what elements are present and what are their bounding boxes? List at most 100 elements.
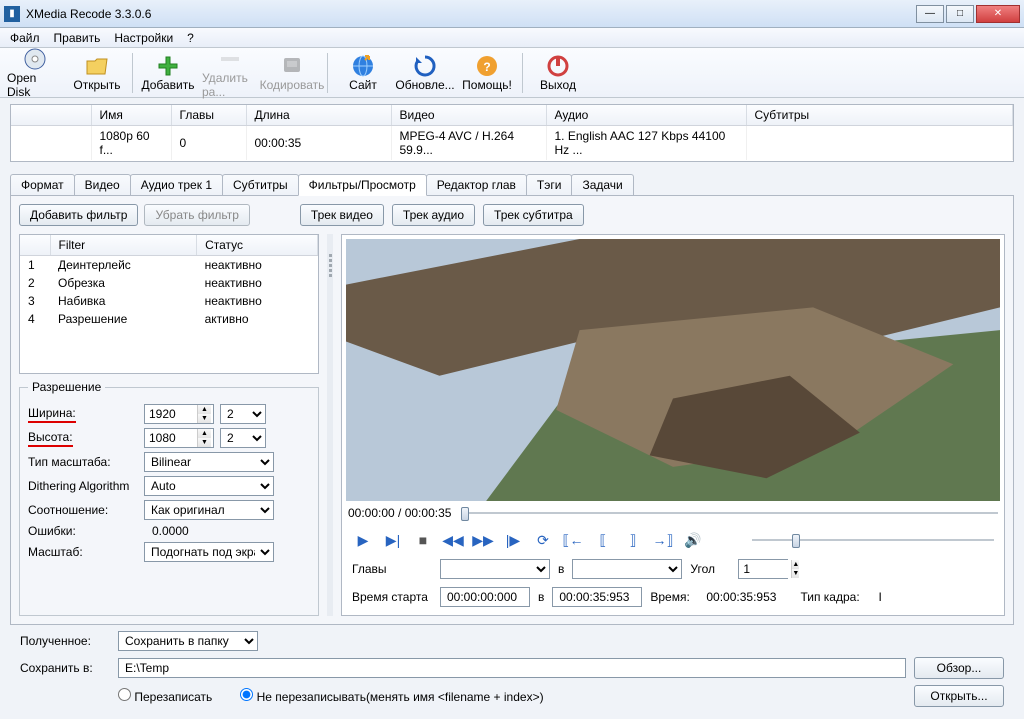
track-audio-button[interactable]: Трек аудио [392,204,475,226]
tab-format[interactable]: Формат [10,174,75,195]
close-button[interactable]: ✕ [976,5,1020,23]
tab-audio[interactable]: Аудио трек 1 [130,174,223,195]
browse-button[interactable]: Обзор... [914,657,1004,679]
ratio-label: Соотношение: [28,503,138,517]
filter-row[interactable]: 3Набивканеактивно [20,292,318,310]
col-video[interactable]: Видео [391,105,546,126]
track-video-button[interactable]: Трек видео [300,204,384,226]
help-icon: ? [475,54,499,78]
tab-filters[interactable]: Фильтры/Просмотр [298,174,427,196]
menu-edit[interactable]: Править [48,29,107,47]
scale-select[interactable]: Подогнать под экран [144,542,274,562]
help-button[interactable]: ? Помощь! [458,50,516,96]
window-title: XMedia Recode 3.3.0.6 [26,7,916,21]
result-mode-select[interactable]: Сохранить в папку [118,631,258,651]
result-label: Полученное: [20,634,110,648]
col-audio[interactable]: Аудио [546,105,746,126]
remove-button: Удалить ра... [201,50,259,96]
tab-chapedit[interactable]: Редактор глав [426,174,527,195]
loop-button[interactable]: ⟳ [532,529,554,551]
tab-subs[interactable]: Субтитры [222,174,299,195]
bracket-close-icon[interactable]: ⟧ [622,529,644,551]
rewind-button[interactable]: ◀◀ [442,529,464,551]
start-time-input[interactable] [440,587,530,607]
scale-label: Масштаб: [28,545,138,559]
maximize-button[interactable]: □ [946,5,974,23]
app-icon: ▮ [4,6,20,22]
ratio-select[interactable]: Как оригинал [144,500,274,520]
open-folder-button[interactable]: Открыть... [914,685,1004,707]
tab-tags[interactable]: Тэги [526,174,573,195]
chapter-to-select[interactable] [572,559,682,579]
exit-button[interactable]: Выход [529,50,587,96]
duration-value: 00:00:35:953 [706,590,776,604]
mark-out-button[interactable]: →⟧ [652,529,674,551]
width-input[interactable]: ▲▼ [144,404,214,424]
scaletype-label: Тип масштаба: [28,455,138,469]
filter-table: FilterСтатус 1Деинтерлейснеактивно 2Обре… [19,234,319,374]
next-frame-button[interactable]: ▶| [382,529,404,551]
height-label: Высота: [28,430,138,447]
overwrite-radio[interactable]: Перезаписать [118,688,212,704]
frametype-value: I [878,590,881,604]
tab-tasks[interactable]: Задачи [571,174,633,195]
plus-icon [156,54,180,78]
file-row[interactable]: 1080p 60 f... 0 00:00:35 MPEG-4 AVC / H.… [11,126,1013,161]
seek-slider[interactable] [461,505,998,521]
open-button[interactable]: Открыть [68,50,126,96]
filter-row[interactable]: 4Разрешениеактивно [20,310,318,328]
play-button[interactable]: ▶ [352,529,374,551]
open-disk-button[interactable]: Open Disk [6,50,64,96]
step-button[interactable]: |▶ [502,529,524,551]
update-button[interactable]: Обновле... [396,50,454,96]
tab-panel: Добавить фильтр Убрать фильтр Трек видео… [10,195,1014,625]
dither-label: Dithering Algorithm [28,479,138,493]
width-label: Ширина: [28,406,138,423]
error-value: 0.0000 [144,524,189,538]
filter-row[interactable]: 2Обрезканеактивно [20,274,318,292]
resolution-group: Разрешение Ширина: ▲▼ 2 Высота: ▲▼ 2 Тип… [19,380,319,616]
frametype-label: Тип кадра: [800,590,870,604]
volume-slider[interactable] [752,532,994,548]
no-overwrite-radio[interactable]: Не перезаписывать(менять имя <filename +… [240,688,543,704]
chapter-from-select[interactable] [440,559,550,579]
add-filter-button[interactable]: Добавить фильтр [19,204,138,226]
tab-video[interactable]: Видео [74,174,131,195]
save-path-input[interactable] [118,658,906,678]
encode-icon [280,54,304,78]
col-chapters[interactable]: Главы [171,105,246,126]
minimize-button[interactable]: — [916,5,944,23]
add-button[interactable]: Добавить [139,50,197,96]
menu-help[interactable]: ? [181,29,200,47]
angle-input[interactable]: ▲▼ [738,559,788,579]
width-divisor[interactable]: 2 [220,404,266,424]
col-subs[interactable]: Субтитры [746,105,1013,126]
dither-select[interactable]: Auto [144,476,274,496]
col-name[interactable]: Имя [91,105,171,126]
file-list: Имя Главы Длина Видео Аудио Субтитры 108… [10,104,1014,162]
tab-row: Формат Видео Аудио трек 1 Субтитры Фильт… [10,174,1014,195]
preview-pane: 00:00:00 / 00:00:35 ▶ ▶| ■ ◀◀ ▶▶ |▶ ⟳ ⟦←… [341,234,1005,616]
menu-file[interactable]: Файл [4,29,46,47]
height-divisor[interactable]: 2 [220,428,266,448]
volume-button[interactable]: 🔊 [682,529,704,551]
track-subs-button[interactable]: Трек субтитра [483,204,584,226]
toolbar: Open Disk Открыть Добавить Удалить ра...… [0,48,1024,98]
mark-in-button[interactable]: ⟦← [562,529,584,551]
refresh-icon [413,54,437,78]
end-time-input[interactable] [552,587,642,607]
ffwd-button[interactable]: ▶▶ [472,529,494,551]
site-button[interactable]: Сайт [334,50,392,96]
splitter[interactable] [327,234,333,616]
menu-settings[interactable]: Настройки [108,29,179,47]
scaletype-select[interactable]: Bilinear [144,452,274,472]
duration-label: Время: [650,590,698,604]
globe-icon [351,54,375,78]
folder-open-icon [85,54,109,78]
height-input[interactable]: ▲▼ [144,428,214,448]
col-length[interactable]: Длина [246,105,391,126]
bracket-open-icon[interactable]: ⟦ [592,529,614,551]
stop-button[interactable]: ■ [412,529,434,551]
filter-row[interactable]: 1Деинтерлейснеактивно [20,256,318,275]
remove-filter-button: Убрать фильтр [144,204,249,226]
